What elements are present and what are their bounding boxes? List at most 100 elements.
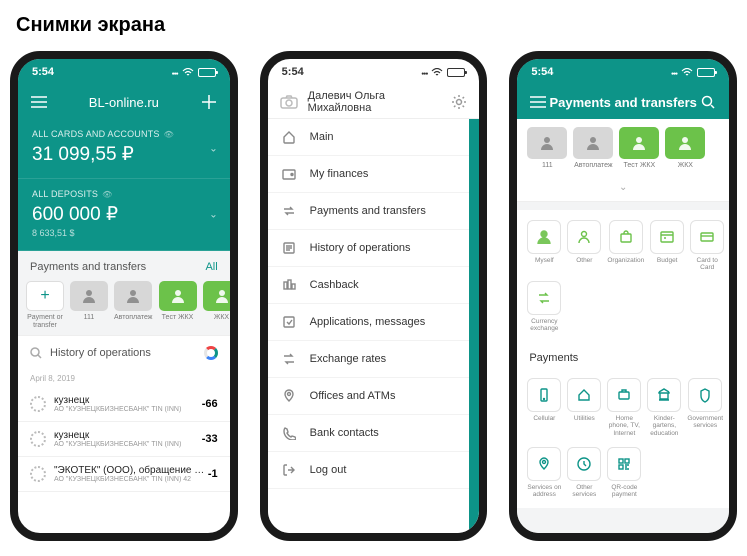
top-card[interactable]: ЖКХ [665, 127, 705, 170]
grid-card[interactable]: Utilities [567, 378, 601, 436]
status-icons [671, 66, 715, 78]
grid-icon [688, 378, 722, 412]
accounts-block[interactable]: ALL CARDS AND ACCOUNTS👁 31 099,55 ₽ ⌄ [18, 119, 230, 179]
menu-label: Cashback [310, 279, 359, 291]
chevron-down-icon[interactable]: ⌄ [517, 178, 729, 202]
all-link[interactable]: All [205, 261, 217, 273]
payments-grid-2: Services on address Other services QR-code… [517, 447, 729, 508]
deposits-block[interactable]: ALL DEPOSITS👁 600 000 ₽ 8 633,51 $ ⌄ [18, 179, 230, 251]
app-title: BL-online.ru [89, 95, 159, 110]
screenshot-2: 5:54 Далевич Ольга Михайловна MainMy fin… [260, 51, 488, 541]
status-bar: 5:54 [18, 59, 230, 85]
quick-card[interactable]: ЖКХ [203, 281, 238, 322]
menu-item-transfer[interactable]: Payments and transfers [268, 193, 480, 230]
screenshot-3: 5:54 Payments and transfers 111 Автоплате… [509, 51, 737, 541]
wifi-icon [681, 68, 693, 77]
grid-caption: Other [567, 257, 601, 264]
home-icon [282, 130, 298, 144]
grid-card[interactable]: Other [567, 220, 601, 271]
card-caption: Автоплатеж [114, 314, 153, 322]
deposits-value: 600 000 ₽ [32, 203, 216, 226]
grid-card[interactable]: Government services [687, 378, 723, 436]
card-icon: + [26, 281, 64, 311]
menu-item-apps[interactable]: Applications, messages [268, 304, 480, 341]
screenshots-row: 5:54 BL-online.ru ALL C [10, 51, 737, 541]
menu-item-home[interactable]: Main [268, 119, 480, 156]
menu-item-logout[interactable]: Log out [268, 452, 480, 489]
menu-item-offices[interactable]: Offices and ATMs [268, 378, 480, 415]
quick-card[interactable]: + Payment or transfer [26, 281, 64, 329]
grid-card[interactable]: Budget [650, 220, 684, 271]
card-caption: Автоплатеж [573, 162, 613, 170]
grid-card[interactable]: Home phone, TV, Internet [607, 378, 641, 436]
history-label: History of operations [50, 347, 151, 359]
deposits-label: ALL DEPOSITS [32, 189, 98, 199]
grid-icon: 16"> [527, 220, 561, 254]
quick-card[interactable]: 111 [70, 281, 108, 322]
payments-title: Payments [517, 342, 729, 368]
card-caption: Тест ЖКХ [619, 162, 659, 170]
drawer-header: Далевич Ольга Михайловна [268, 85, 480, 119]
transfer-grid-2: Currency exchange [517, 281, 729, 342]
spinner-icon [30, 431, 46, 447]
grid-card[interactable]: Organization [607, 220, 644, 271]
grid-card[interactable]: Services on address [527, 447, 561, 498]
status-bar: 5:54 [517, 59, 729, 85]
top-card[interactable]: Автоплатеж [573, 127, 613, 170]
operation-row[interactable]: "ЭКОТЕК" (ООО), обращение с ткоАО "КУЗНЕ… [18, 457, 230, 492]
grid-icon [527, 447, 561, 481]
grid-card[interactable]: Cellular [527, 378, 561, 436]
top-card[interactable]: 111 [527, 127, 567, 170]
history-head[interactable]: History of operations [18, 335, 230, 370]
signal-icon [421, 66, 427, 78]
accounts-label: ALL CARDS AND ACCOUNTS [32, 129, 160, 139]
operation-row[interactable]: кузнецкАО "КУЗНЕЦКБИЗНЕСБАНК" TIN (INN)-… [18, 387, 230, 422]
grid-card[interactable]: Kinder-gartens, education [647, 378, 681, 436]
wifi-icon [431, 68, 443, 77]
menu-item-wallet[interactable]: My finances [268, 156, 480, 193]
payments-section-head: Payments and transfers All [18, 251, 230, 281]
menu-icon[interactable] [529, 93, 547, 111]
menu-icon[interactable] [30, 93, 48, 111]
screen-title: Payments and transfers [549, 95, 696, 110]
search-icon[interactable] [699, 93, 717, 111]
grid-card[interactable]: 16"> Myself [527, 220, 561, 271]
camera-icon[interactable] [280, 95, 298, 109]
op-title: "ЭКОТЕК" (ООО), обращение с тко [54, 465, 208, 476]
grid-card[interactable]: Currency exchange [527, 281, 561, 332]
accounts-value: 31 099,55 ₽ [32, 143, 216, 166]
grid-icon [650, 220, 684, 254]
payments-title: Payments and transfers [30, 261, 146, 273]
grid-caption: Other services [567, 484, 601, 498]
grid-card[interactable]: Card to Card [690, 220, 724, 271]
menu-item-history[interactable]: History of operations [268, 230, 480, 267]
menu-label: History of operations [310, 242, 411, 254]
grid-card[interactable]: Other services [567, 447, 601, 498]
menu-label: Bank contacts [310, 427, 379, 439]
grid-card[interactable]: QR-code payment [607, 447, 641, 498]
card-caption: Тест ЖКХ [159, 314, 197, 322]
grid-icon [609, 220, 643, 254]
operation-row[interactable]: кузнецкАО "КУЗНЕЦКБИЗНЕСБАНК" TIN (INN)-… [18, 422, 230, 457]
menu-label: Payments and transfers [310, 205, 426, 217]
menu-label: Offices and ATMs [310, 390, 396, 402]
op-sub: АО "КУЗНЕЦКБИЗНЕСБАНК" TIN (INN) [54, 441, 181, 448]
menu-item-cashback[interactable]: Cashback [268, 267, 480, 304]
drawer-strip [469, 119, 479, 533]
gear-icon[interactable] [451, 94, 467, 110]
quick-card[interactable]: Тест ЖКХ [159, 281, 197, 322]
menu-label: My finances [310, 168, 369, 180]
card-icon [619, 127, 659, 159]
card-caption: Payment or transfer [26, 314, 64, 329]
grid-icon [607, 378, 641, 412]
top-card[interactable]: Тест ЖКХ [619, 127, 659, 170]
quick-card[interactable]: Автоплатеж [114, 281, 153, 322]
plus-icon[interactable] [200, 93, 218, 111]
grid-caption: Myself [527, 257, 561, 264]
card-caption: ЖКХ [203, 314, 238, 322]
chart-icon[interactable] [204, 346, 218, 360]
menu-item-rates[interactable]: Exchange rates [268, 341, 480, 378]
menu-item-contacts[interactable]: Bank contacts [268, 415, 480, 452]
apps-icon [282, 315, 298, 329]
chevron-down-icon: ⌄ [209, 209, 217, 220]
